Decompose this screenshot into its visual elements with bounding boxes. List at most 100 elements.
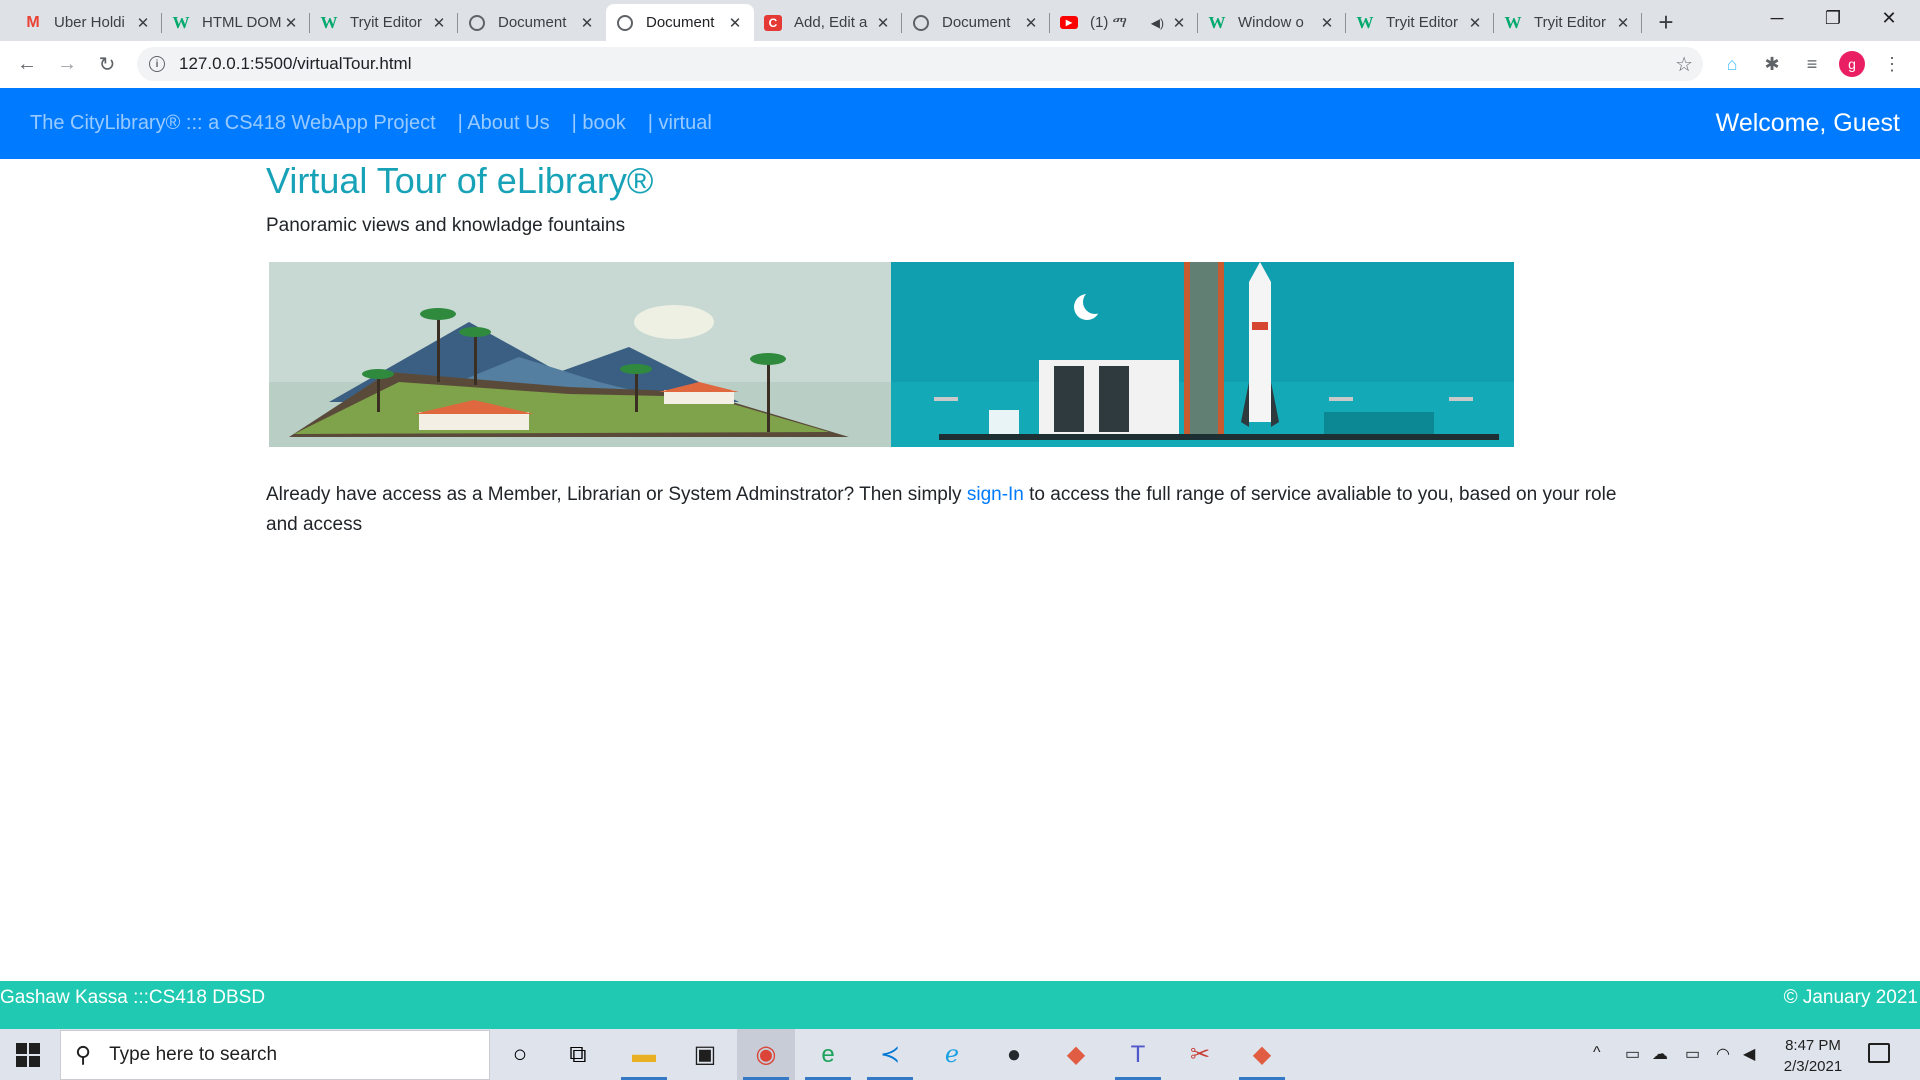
tab-title: Document	[498, 14, 567, 31]
url-text: 127.0.0.1:5500/virtualTour.html	[179, 54, 412, 73]
meet-now-icon[interactable]: ▭	[1625, 1044, 1640, 1064]
teams-icon[interactable]: T	[1109, 1029, 1167, 1080]
tab-title: Document	[942, 14, 1011, 31]
file-explorer-icon[interactable]: ▬	[615, 1029, 673, 1080]
search-icon: ⚲	[75, 1042, 92, 1067]
chrome-icon[interactable]: ◉	[737, 1029, 795, 1080]
close-icon[interactable]: ✕	[1318, 14, 1336, 32]
back-button[interactable]: ←	[10, 48, 44, 82]
menu-dots-icon[interactable]: ⋮	[1877, 49, 1907, 79]
onedrive-icon[interactable]: ☁	[1652, 1044, 1668, 1064]
browser-tab[interactable]: Document ✕	[902, 4, 1050, 41]
browser-tab[interactable]: W Tryit Editor ✕	[310, 4, 458, 41]
close-icon[interactable]: ✕	[874, 14, 892, 32]
speaker-icon[interactable]: ◀)	[1151, 16, 1164, 30]
github-icon[interactable]: ●	[985, 1029, 1043, 1080]
volume-icon[interactable]: ◀	[1743, 1044, 1755, 1064]
browser-tab-active[interactable]: Document ✕	[606, 4, 754, 41]
footer-copyright: © January 2021	[1783, 987, 1918, 1008]
w3schools-icon: W	[320, 12, 338, 32]
w3schools-icon: W	[1504, 12, 1522, 32]
globe-icon	[616, 14, 634, 32]
page-subtitle: Panoramic views and knowladge fountains	[266, 215, 626, 236]
close-icon[interactable]: ✕	[1170, 14, 1188, 32]
close-icon[interactable]: ✕	[726, 14, 744, 32]
notification-center-icon[interactable]	[1868, 1043, 1890, 1063]
browser-tab-strip: M Uber Holdi ✕ W HTML DOM ✕ W Tryit Edit…	[0, 0, 1920, 41]
paragraph-text: Already have access as a Member, Librari…	[266, 484, 967, 505]
tab-title: HTML DOM	[202, 14, 282, 31]
wifi-icon[interactable]: ◠	[1716, 1044, 1730, 1064]
navbar-brand[interactable]: The CityLibrary® ::: a CS418 WebApp Proj…	[30, 112, 436, 135]
sign-in-link[interactable]: sign-In	[967, 484, 1024, 505]
browser-tab[interactable]: W Window o ✕	[1198, 4, 1346, 41]
search-placeholder: Type here to search	[109, 1044, 278, 1065]
edge-icon[interactable]: e	[799, 1029, 857, 1080]
browser-tab[interactable]: W HTML DOM ✕	[162, 4, 310, 41]
globe-icon	[912, 14, 930, 32]
store-icon[interactable]: ▣	[676, 1029, 734, 1080]
browser-tab[interactable]: M Uber Holdi ✕	[14, 4, 162, 41]
close-icon[interactable]: ✕	[578, 14, 596, 32]
tab-title: Document	[646, 14, 715, 31]
bookmark-star-icon[interactable]: ☆	[1675, 52, 1693, 77]
w3schools-icon: W	[1356, 12, 1374, 32]
snipping-tool-icon[interactable]: ✂	[1171, 1029, 1229, 1080]
tab-title: Uber Holdi	[54, 14, 125, 31]
git-icon[interactable]: ◆	[1233, 1029, 1291, 1080]
nav-link-about-us[interactable]: | About Us	[458, 112, 550, 135]
close-window-button[interactable]: ✕	[1862, 0, 1916, 36]
avatar: g	[1839, 51, 1865, 77]
footer-author: Gashaw Kassa :::CS418 DBSD	[0, 987, 266, 1008]
nav-link-book[interactable]: | book	[572, 112, 626, 135]
cortana-icon[interactable]: ○	[491, 1029, 549, 1080]
tab-title: Tryit Editor	[1534, 14, 1606, 31]
reload-button[interactable]: ↻	[90, 48, 124, 82]
close-icon[interactable]: ✕	[282, 14, 300, 32]
clock-time: 8:47 PM	[1785, 1037, 1841, 1054]
close-icon[interactable]: ✕	[134, 14, 152, 32]
puzzle-extensions-icon[interactable]: ✱	[1757, 49, 1787, 79]
git-icon[interactable]: ◆	[1047, 1029, 1105, 1080]
windows-taskbar: ⚲ Type here to search ○ ⧉ ▬ ▣ ◉ e ≺ ℯ ● …	[0, 1029, 1920, 1080]
close-icon[interactable]: ✕	[1022, 14, 1040, 32]
red-c-icon: C	[764, 14, 782, 32]
banner-illustration	[269, 262, 1514, 447]
forward-button[interactable]: →	[50, 48, 84, 82]
close-icon[interactable]: ✕	[430, 14, 448, 32]
tab-title: Add, Edit a	[794, 14, 868, 31]
nav-link-virtual[interactable]: | virtual	[648, 112, 712, 135]
media-control-icon[interactable]: ≡	[1797, 49, 1827, 79]
system-clock[interactable]: 8:47 PM 2/3/2021	[1768, 1035, 1858, 1077]
task-view-icon[interactable]: ⧉	[549, 1029, 607, 1080]
vscode-icon[interactable]: ≺	[861, 1029, 919, 1080]
browser-toolbar: ← → ↻ i 127.0.0.1:5500/virtualTour.html …	[0, 41, 1920, 88]
tab-title: (1) ማ	[1090, 14, 1127, 31]
info-icon[interactable]: i	[149, 56, 165, 72]
tab-title: Tryit Editor	[350, 14, 422, 31]
restore-button[interactable]: ❐	[1806, 0, 1860, 36]
page-title: Virtual Tour of eLibrary®	[266, 160, 654, 201]
tab-title: Tryit Editor	[1386, 14, 1458, 31]
browser-tab[interactable]: ▶ (1) ማ ◀) ✕	[1050, 4, 1198, 41]
signin-paragraph: Already have access as a Member, Librari…	[266, 480, 1646, 540]
show-hidden-icons-icon[interactable]: ^	[1593, 1044, 1601, 1062]
w3schools-icon: W	[172, 12, 190, 32]
browser-tab[interactable]: C Add, Edit a ✕	[754, 4, 902, 41]
profile-avatar[interactable]: g	[1837, 49, 1867, 79]
taskbar-search-box[interactable]: ⚲ Type here to search	[60, 1030, 490, 1080]
close-icon[interactable]: ✕	[1614, 14, 1632, 32]
minimize-button[interactable]: ─	[1750, 0, 1804, 36]
browser-tab[interactable]: W Tryit Editor ✕	[1346, 4, 1494, 41]
close-icon[interactable]: ✕	[1466, 14, 1484, 32]
new-tab-button[interactable]: +	[1648, 4, 1684, 41]
welcome-text: Welcome, Guest	[1715, 109, 1900, 137]
windows-start-icon[interactable]	[16, 1043, 40, 1067]
browser-tab[interactable]: Document ✕	[458, 4, 606, 41]
internet-explorer-icon[interactable]: ℯ	[923, 1029, 981, 1080]
extension-icon[interactable]: ⌂	[1717, 49, 1747, 79]
address-bar[interactable]: i 127.0.0.1:5500/virtualTour.html ☆	[137, 47, 1703, 81]
clock-date: 2/3/2021	[1783, 1058, 1843, 1075]
battery-icon[interactable]: ▭	[1685, 1044, 1700, 1064]
browser-tab[interactable]: W Tryit Editor ✕	[1494, 4, 1642, 41]
